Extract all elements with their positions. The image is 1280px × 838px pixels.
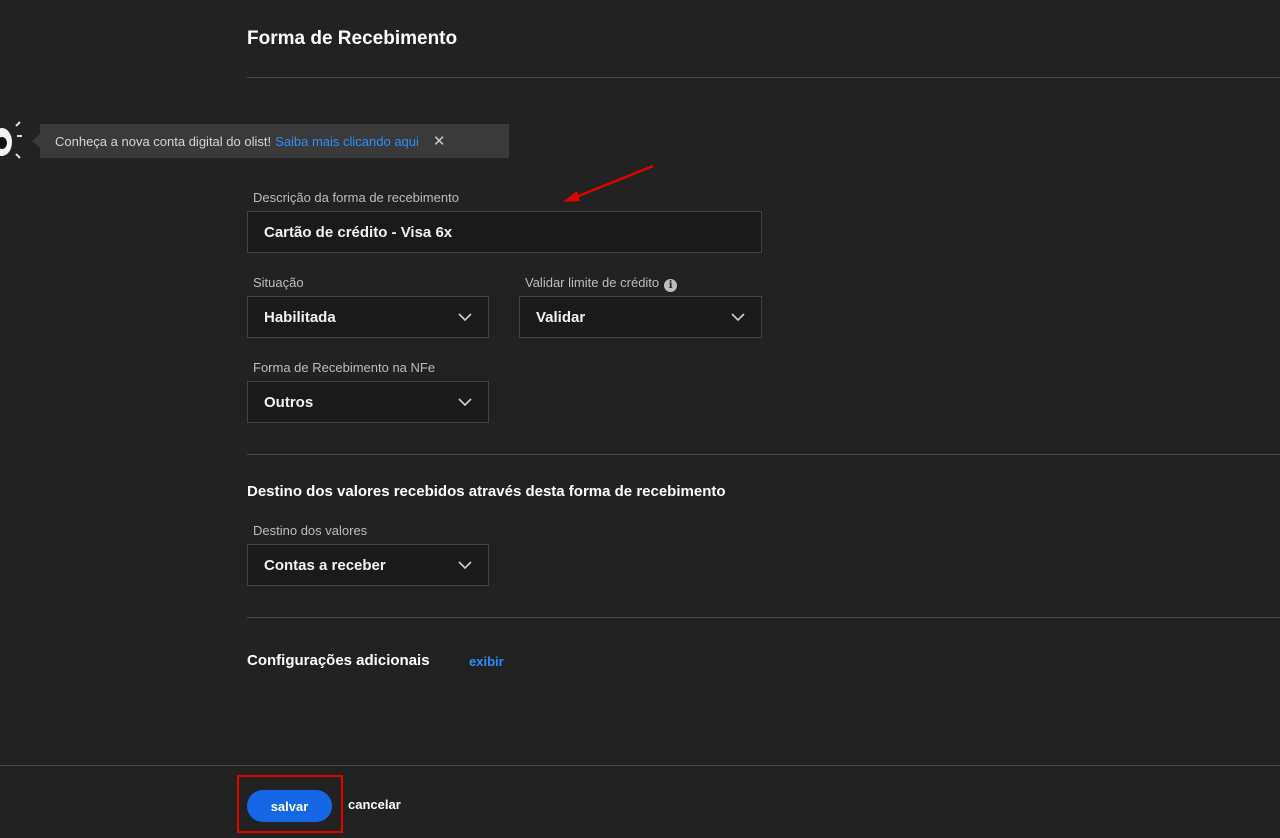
validar-label-text: Validar limite de crédito	[525, 275, 660, 290]
banner-text: Conheça a nova conta digital do olist!	[55, 133, 272, 149]
footer-divider	[0, 765, 1280, 766]
chevron-down-icon	[731, 313, 745, 322]
config-section-title: Configurações adicionais	[247, 652, 430, 669]
situacao-select[interactable]: Habilitada	[247, 296, 489, 338]
digital-account-banner: Conheça a nova conta digital do olist! S…	[32, 124, 509, 158]
nfe-label: Forma de Recebimento na NFe	[253, 360, 436, 375]
section-divider	[247, 454, 1280, 455]
descricao-label: Descrição da forma de recebimento	[253, 190, 459, 205]
nfe-value: Outros	[264, 393, 314, 411]
title-divider	[247, 77, 1280, 78]
destino-value: Contas a receber	[264, 556, 386, 574]
chevron-down-icon	[458, 313, 472, 322]
descricao-value: Cartão de crédito - Visa 6x	[264, 223, 453, 241]
banner-link[interactable]: Saiba mais clicando aqui	[275, 134, 419, 149]
nfe-select[interactable]: Outros	[247, 381, 489, 423]
destino-select[interactable]: Contas a receber	[247, 544, 489, 586]
chevron-down-icon	[458, 398, 472, 407]
descricao-input[interactable]: Cartão de crédito - Visa 6x	[247, 211, 762, 253]
save-button[interactable]: salvar	[247, 790, 332, 822]
info-icon[interactable]: i	[664, 279, 678, 292]
destino-section-title: Destino dos valores recebidos através de…	[247, 483, 726, 500]
validar-select[interactable]: Validar	[519, 296, 762, 338]
situacao-label: Situação	[253, 275, 304, 290]
page-title: Forma de Recebimento	[247, 28, 458, 49]
mascot-icon	[0, 121, 22, 159]
destino-label: Destino dos valores	[253, 523, 368, 538]
cancel-button[interactable]: cancelar	[348, 797, 401, 812]
exibir-link[interactable]: exibir	[469, 654, 504, 669]
close-icon[interactable]: ✕	[433, 132, 446, 150]
validar-value: Validar	[536, 308, 586, 326]
section-divider	[247, 617, 1280, 618]
validar-label: Validar limite de crédito i	[525, 275, 678, 292]
annotation-arrow-icon	[563, 164, 654, 202]
chevron-down-icon	[458, 561, 472, 570]
situacao-value: Habilitada	[264, 308, 336, 326]
